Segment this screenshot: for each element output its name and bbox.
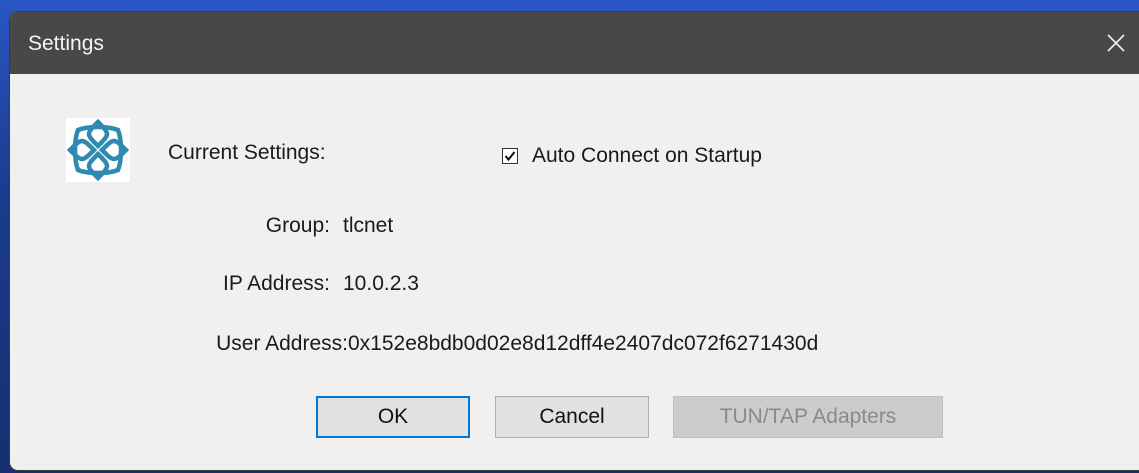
- user-address-value: 0x152e8bdb0d02e8d12dff4e2407dc072f627143…: [348, 332, 819, 355]
- checkmark-icon: [504, 151, 516, 162]
- close-icon: [1106, 33, 1126, 53]
- dialog-content: Current Settings: Auto Connect on Startu…: [10, 74, 1139, 470]
- tun-tap-adapters-button[interactable]: TUN/TAP Adapters: [673, 396, 943, 438]
- ip-address-label: IP Address:: [222, 272, 330, 295]
- title-bar[interactable]: Settings: [10, 12, 1139, 74]
- settings-dialog: Settings Current Settings: Auto Connect …: [10, 12, 1139, 470]
- checkbox-box[interactable]: [502, 148, 518, 164]
- current-settings-heading: Current Settings:: [168, 141, 326, 164]
- ip-address-value: 10.0.2.3: [343, 272, 419, 295]
- ok-button[interactable]: OK: [316, 396, 470, 438]
- window-title: Settings: [28, 32, 104, 55]
- auto-connect-label[interactable]: Auto Connect on Startup: [532, 144, 762, 168]
- user-address-label: User Address:: [216, 332, 348, 355]
- group-value: tlcnet: [343, 214, 394, 237]
- close-button[interactable]: [1093, 12, 1139, 74]
- auto-connect-checkbox[interactable]: Auto Connect on Startup: [502, 144, 762, 168]
- cancel-button[interactable]: Cancel: [495, 396, 649, 438]
- vpn-logo-icon: [66, 118, 130, 182]
- group-label: Group:: [265, 214, 330, 237]
